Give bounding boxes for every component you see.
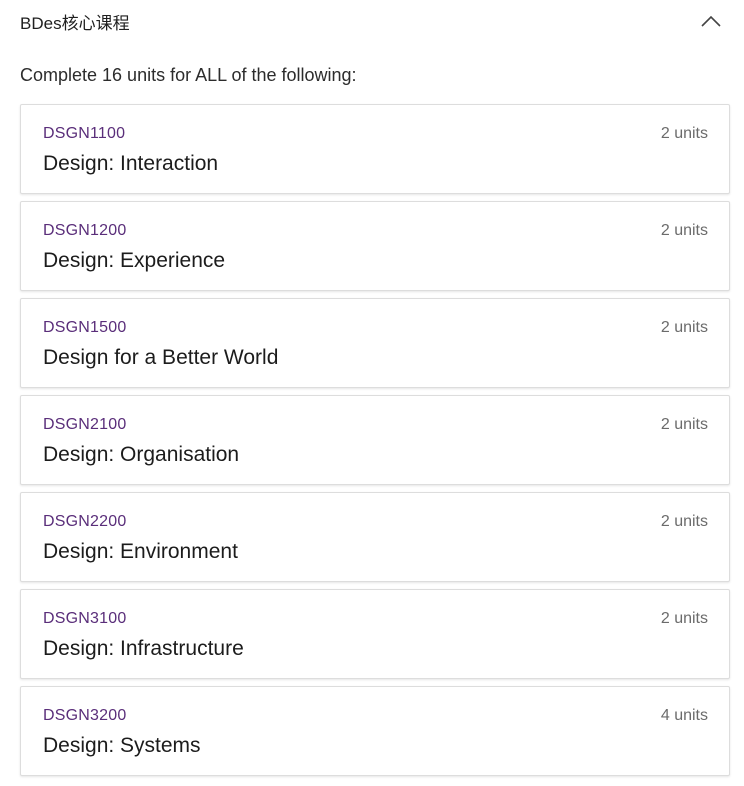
course-code: DSGN2200 <box>43 513 127 530</box>
course-units: 2 units <box>660 125 708 142</box>
course-card-dsgn1200[interactable]: DSGN1200 2 units Design: Experience <box>20 201 730 291</box>
course-name: Design: Environment <box>43 540 238 563</box>
course-card-dsgn3200[interactable]: DSGN3200 4 units Design: Systems <box>20 686 730 776</box>
course-code: DSGN1200 <box>43 222 127 239</box>
course-units: 2 units <box>660 513 708 530</box>
chevron-up-icon[interactable] <box>700 14 722 28</box>
course-units: 2 units <box>660 610 708 627</box>
section-title: BDes核心课程 <box>20 13 130 33</box>
course-name: Design: Organisation <box>43 443 240 466</box>
course-list: DSGN1100 2 units Design: Interaction DSG… <box>0 104 744 776</box>
course-code: DSGN3200 <box>43 707 127 724</box>
course-code: DSGN2100 <box>43 416 127 433</box>
course-units: 2 units <box>660 416 708 433</box>
section-header[interactable]: BDes核心课程 <box>0 0 744 42</box>
course-units: 2 units <box>660 222 708 239</box>
course-name: Design: Infrastructure <box>43 637 244 660</box>
course-name: Design for a Better World <box>43 346 279 369</box>
course-name: Design: Experience <box>43 249 226 272</box>
course-card-dsgn1100[interactable]: DSGN1100 2 units Design: Interaction <box>20 104 730 194</box>
course-units: 2 units <box>660 319 708 336</box>
course-card-dsgn2100[interactable]: DSGN2100 2 units Design: Organisation <box>20 395 730 485</box>
course-code: DSGN1500 <box>43 319 127 336</box>
course-code: DSGN1100 <box>43 125 126 142</box>
course-name: Design: Systems <box>43 734 201 757</box>
course-card-dsgn2200[interactable]: DSGN2200 2 units Design: Environment <box>20 492 730 582</box>
course-card-dsgn3100[interactable]: DSGN3100 2 units Design: Infrastructure <box>20 589 730 679</box>
requirement-text: Complete 16 units for ALL of the followi… <box>20 65 357 85</box>
course-name: Design: Interaction <box>43 152 219 175</box>
course-card-dsgn1500[interactable]: DSGN1500 2 units Design for a Better Wor… <box>20 298 730 388</box>
course-units: 4 units <box>660 707 708 724</box>
course-code: DSGN3100 <box>43 610 127 627</box>
